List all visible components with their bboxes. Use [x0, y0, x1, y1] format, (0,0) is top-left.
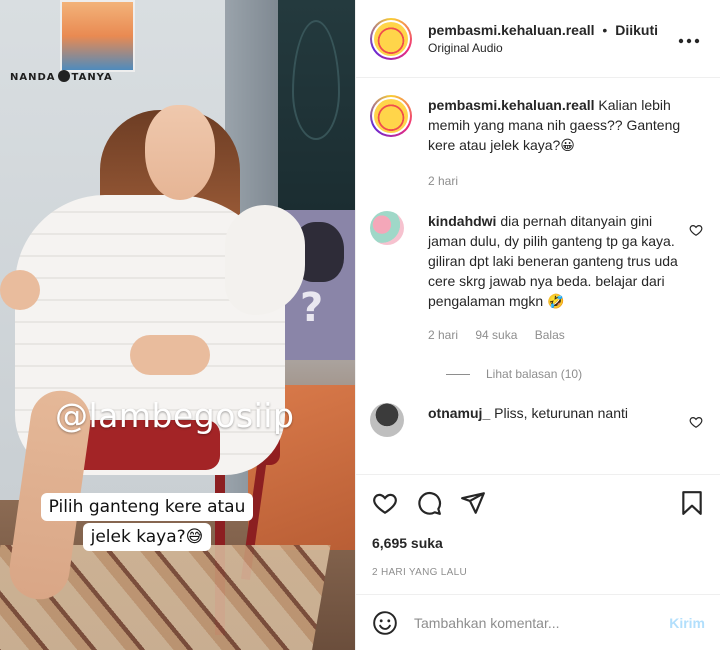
post-sidebar: pembasmi.kehaluan.reall • Diikuti Origin… — [355, 0, 720, 650]
follow-status-button[interactable]: Diikuti — [615, 22, 658, 38]
post-caption: pembasmi.kehaluan.reall Kalian lebih mem… — [370, 95, 707, 191]
avatar[interactable] — [370, 403, 404, 437]
emoji-icon[interactable] — [372, 610, 398, 636]
comments-list[interactable]: pembasmi.kehaluan.reall Kalian lebih mem… — [356, 79, 720, 474]
video-watermark: @lambegosiip — [55, 396, 295, 435]
caption-username[interactable]: pembasmi.kehaluan.reall — [428, 97, 595, 113]
avatar[interactable] — [370, 95, 412, 137]
comment-likes[interactable]: 94 suka — [475, 328, 517, 342]
heart-icon[interactable] — [372, 490, 398, 516]
replies-divider — [446, 373, 470, 375]
header-username[interactable]: pembasmi.kehaluan.reall — [428, 22, 595, 38]
avatar[interactable] — [370, 17, 412, 60]
comment-icon[interactable] — [416, 490, 442, 516]
comment-username[interactable]: otnamuj_ — [428, 405, 490, 421]
post-header: pembasmi.kehaluan.reall • Diikuti Origin… — [356, 0, 720, 78]
header-separator: • — [602, 22, 608, 38]
post-actions: 6,695 suka 2 HARI YANG LALU — [356, 474, 720, 594]
more-options-icon[interactable] — [678, 28, 700, 49]
reply-button[interactable]: Balas — [535, 328, 565, 342]
comment-heart-icon[interactable] — [689, 415, 703, 429]
caption-time[interactable]: 2 hari — [428, 174, 458, 188]
person-face — [145, 105, 215, 200]
post-comment-button[interactable]: Kirim — [669, 615, 705, 631]
comment-username[interactable]: kindahdwi — [428, 213, 496, 229]
share-icon[interactable] — [460, 490, 486, 516]
add-comment-bar: Kirim — [356, 594, 720, 650]
post-media[interactable]: ? NANDATANYA VIRALKO @lambegosiip Pilih … — [0, 0, 355, 650]
view-replies-label: Lihat balasan (10) — [486, 367, 583, 381]
show-logo: NANDA TANYA — [10, 70, 113, 83]
video-caption: Pilih ganteng kere atau jelek kaya?😅 — [32, 492, 262, 552]
comment-time[interactable]: 2 hari — [428, 328, 458, 342]
avatar[interactable] — [370, 211, 404, 245]
post-timestamp[interactable]: 2 HARI YANG LALU — [372, 567, 705, 578]
person-hand — [0, 270, 40, 310]
person-hand — [130, 335, 210, 375]
comment-text: Pliss, keturunan nanti — [494, 405, 628, 421]
comment-input[interactable] — [414, 614, 670, 631]
poster-question-mark: ? — [300, 285, 324, 331]
likes-count[interactable]: 6,695 suka — [372, 535, 705, 551]
comment-heart-icon[interactable] — [689, 223, 703, 237]
bookmark-icon[interactable] — [679, 490, 705, 516]
view-replies-button[interactable]: Lihat balasan (10) — [446, 367, 707, 381]
audio-link[interactable]: Original Audio — [428, 41, 678, 55]
wall-poster — [60, 0, 135, 72]
video-caption-line: Pilih ganteng kere atau — [40, 493, 254, 521]
comment-item: kindahdwi dia pernah ditanyain gini jama… — [370, 211, 707, 345]
video-caption-line: jelek kaya?😅 — [82, 523, 212, 551]
comment-item: otnamuj_ Pliss, keturunan nanti — [370, 403, 707, 437]
header-text: pembasmi.kehaluan.reall • Diikuti Origin… — [428, 22, 678, 55]
